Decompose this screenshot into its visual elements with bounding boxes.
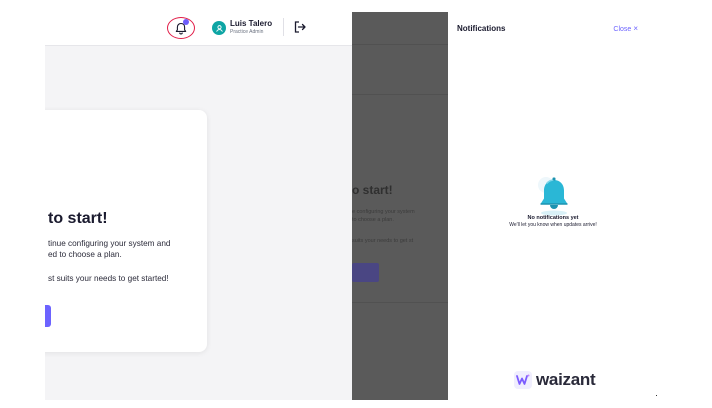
welcome-card: to start! tinue configuring your system …	[45, 110, 207, 352]
user-icon	[215, 24, 223, 32]
notifications-drawer: Notifications Close × No notifications ye…	[448, 12, 658, 400]
page-artifact	[656, 395, 657, 396]
close-label: Close	[613, 26, 632, 33]
drawer-title: Notifications	[457, 24, 506, 33]
brand-name: waizant	[536, 370, 596, 389]
card-text-line: ed to choose a plan.	[48, 250, 122, 259]
choose-plan-button[interactable]	[45, 305, 51, 327]
backdrop-title: o start!	[352, 183, 393, 197]
user-role: Practice Admin	[230, 29, 264, 35]
user-name: Luis Talero	[230, 19, 273, 28]
notifications-button[interactable]	[167, 17, 195, 39]
app-panel: Luis Talero Practice Admin to start! tin…	[45, 0, 352, 400]
card-title: to start!	[48, 210, 108, 227]
divider	[352, 44, 448, 45]
waizant-logo-icon	[514, 371, 532, 389]
backdrop-button	[352, 263, 379, 282]
empty-state-title: No notifications yet	[527, 215, 579, 221]
backdrop-text: to choose a plan.	[352, 217, 394, 223]
close-button[interactable]: Close ×	[613, 24, 638, 33]
notification-badge	[183, 19, 189, 25]
divider	[352, 94, 448, 95]
top-bar: Luis Talero Practice Admin	[45, 0, 352, 46]
empty-state-subtitle: We'll let you know when updates arrive!	[509, 222, 597, 228]
backdrop-text: e configuring your system	[352, 209, 415, 215]
divider	[283, 18, 284, 36]
avatar[interactable]	[212, 21, 226, 35]
close-icon: ×	[633, 24, 638, 33]
empty-bell-icon	[538, 177, 568, 216]
logout-icon[interactable]	[293, 20, 307, 34]
card-text-line: st suits your needs to get started!	[48, 274, 169, 283]
brand-logo: waizant	[514, 370, 596, 390]
modal-backdrop[interactable]: o start! e configuring your system to ch…	[352, 12, 448, 400]
divider	[352, 302, 448, 303]
backdrop-text: suits your needs to get st	[352, 238, 414, 244]
card-text-line: tinue configuring your system and	[48, 239, 171, 248]
